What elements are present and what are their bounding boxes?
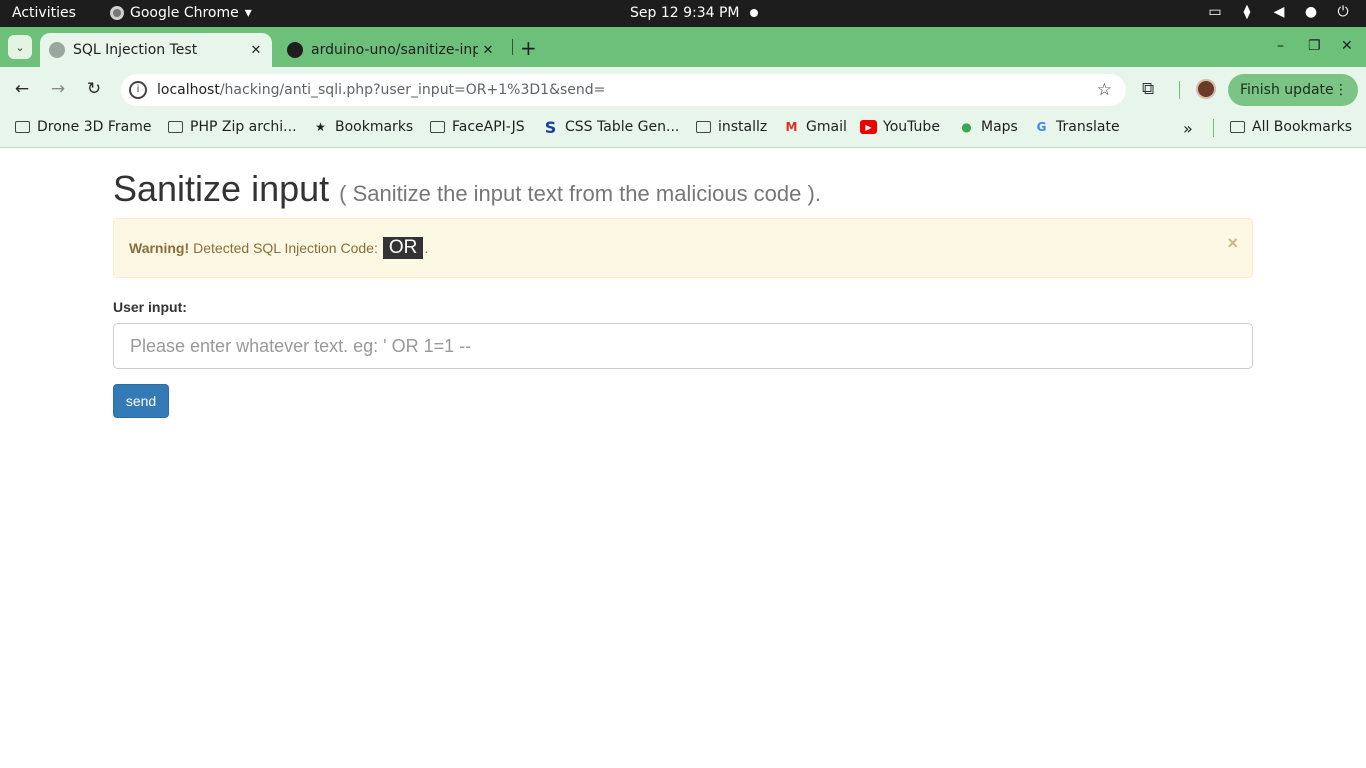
bookmark-drone-3d-frame[interactable]: Drone 3D Frame — [14, 119, 152, 135]
microphone-icon[interactable]: ● — [1302, 4, 1320, 20]
all-bookmarks-button[interactable]: All Bookmarks — [1229, 119, 1352, 135]
tab-arduino-uno[interactable]: arduino-uno/sanitize-inp ✕ — [278, 33, 504, 67]
bookmark-bookmarks[interactable]: ★ Bookmarks — [312, 119, 413, 135]
page-subtitle: ( Sanitize the input text from the malic… — [339, 181, 821, 206]
tab-strip: ⌄ SQL Injection Test ✕ arduino-uno/sanit… — [0, 27, 1366, 67]
finish-update-button[interactable]: Finish update ⋮ — [1228, 74, 1358, 106]
app-menu-label: Google Chrome — [130, 5, 239, 21]
browser-toolbar: ← → ↻ i localhost/hacking/anti_sqli.php?… — [0, 67, 1366, 113]
finish-update-label: Finish update — [1240, 82, 1334, 98]
screen-icon[interactable]: ▭ — [1206, 4, 1224, 20]
bookmark-label: FaceAPI-JS — [452, 119, 525, 135]
bookmark-star-icon[interactable]: ☆ — [1097, 80, 1112, 100]
back-button[interactable]: ← — [11, 79, 33, 99]
folder-icon — [1230, 121, 1245, 133]
bookmark-label: Maps — [981, 119, 1018, 135]
detected-code: OR — [382, 237, 424, 259]
bookmark-label: Gmail — [806, 119, 847, 135]
forward-button[interactable]: → — [47, 79, 69, 99]
url-host: localhost — [157, 82, 220, 98]
close-icon[interactable]: ✕ — [246, 43, 266, 58]
network-icon[interactable]: ⧫ — [1238, 4, 1256, 20]
tab-sql-injection-test[interactable]: SQL Injection Test ✕ — [40, 33, 272, 67]
bookmarks-bar: Drone 3D Frame PHP Zip archi... ★ Bookma… — [0, 113, 1366, 148]
translate-icon: G — [1036, 120, 1047, 134]
tab-title: arduino-uno/sanitize-inp — [311, 42, 478, 58]
maps-icon: ● — [961, 120, 972, 134]
app-menu[interactable]: Google Chrome ▾ — [110, 5, 252, 21]
power-icon[interactable]: ⏻ — [1334, 4, 1352, 20]
folder-icon — [696, 121, 711, 133]
bookmark-label: CSS Table Gen... — [565, 119, 680, 135]
tab-search-button[interactable]: ⌄ — [8, 35, 32, 59]
bookmarks-divider — [1213, 119, 1214, 137]
system-tray[interactable]: ▭ ⧫ ◀ ● ⏻ — [1206, 4, 1352, 20]
bookmark-label: installz — [718, 119, 768, 135]
bookmark-label: Drone 3D Frame — [37, 119, 152, 135]
send-button[interactable]: send — [113, 384, 169, 418]
url-path: /hacking/anti_sqli.php?user_input=OR+1%3… — [219, 82, 606, 98]
bookmark-label: Translate — [1056, 119, 1120, 135]
chevron-down-icon: ▾ — [244, 5, 252, 21]
site-info-icon[interactable]: i — [129, 81, 147, 99]
chevron-down-icon: ⌄ — [15, 40, 25, 54]
tab-divider — [512, 39, 513, 55]
bookmarks-overflow-button[interactable]: » — [1183, 119, 1193, 138]
bookmark-maps[interactable]: ● Maps — [958, 119, 1018, 135]
close-icon[interactable]: ✕ — [478, 43, 498, 58]
folder-icon — [168, 121, 183, 133]
bookmark-label: PHP Zip archi... — [190, 119, 297, 135]
bookmark-label: Bookmarks — [335, 119, 414, 135]
bookmark-css-table-gen[interactable]: S CSS Table Gen... — [542, 117, 680, 137]
extensions-icon[interactable]: ⧉ — [1142, 79, 1154, 99]
bookmark-translate[interactable]: G Translate — [1033, 119, 1120, 135]
alert-message: Detected SQL Injection Code: — [193, 240, 378, 256]
bookmark-gmail[interactable]: M Gmail — [783, 119, 847, 135]
folder-icon — [15, 121, 30, 133]
s-icon: S — [544, 117, 557, 137]
alert-strong: Warning! — [129, 240, 190, 256]
bookmark-youtube[interactable]: ▶ YouTube — [860, 119, 940, 135]
activities-button[interactable]: Activities — [12, 5, 76, 21]
globe-icon — [49, 42, 65, 58]
tab-title: SQL Injection Test — [73, 42, 198, 58]
gmail-icon: M — [785, 120, 798, 134]
menu-icon[interactable]: ⋮ — [1334, 82, 1348, 98]
bookmark-installz[interactable]: installz — [695, 119, 767, 135]
star-icon: ★ — [315, 120, 326, 134]
alert-period: . — [424, 240, 429, 256]
window-close-button[interactable]: ✕ — [1341, 38, 1353, 54]
restore-button[interactable]: ❐ — [1308, 38, 1321, 54]
warning-alert: Warning! Detected SQL Injection Code: OR… — [113, 218, 1253, 278]
user-input-field[interactable] — [113, 323, 1253, 369]
reload-button[interactable]: ↻ — [83, 79, 105, 99]
folder-icon — [430, 121, 445, 133]
address-bar[interactable]: i localhost/hacking/anti_sqli.php?user_i… — [121, 74, 1126, 106]
minimize-button[interactable]: – — [1277, 38, 1284, 54]
all-bookmarks-label: All Bookmarks — [1252, 119, 1353, 135]
new-tab-button[interactable]: + — [520, 36, 537, 60]
profile-avatar[interactable] — [1196, 79, 1216, 99]
youtube-icon: ▶ — [860, 120, 877, 134]
volume-icon[interactable]: ◀ — [1270, 4, 1288, 20]
chrome-icon — [110, 6, 124, 20]
system-top-bar: Activities Google Chrome ▾ Sep 12 9:34 P… — [0, 0, 1366, 27]
bookmark-php-zip[interactable]: PHP Zip archi... — [167, 119, 297, 135]
clock[interactable]: Sep 12 9:34 PM — [630, 5, 740, 21]
page-title-text: Sanitize input — [113, 168, 330, 209]
github-icon — [287, 42, 303, 58]
bookmark-label: YouTube — [883, 119, 940, 135]
bookmark-faceapi-js[interactable]: FaceAPI-JS — [429, 119, 525, 135]
alert-close-button[interactable]: × — [1227, 233, 1238, 254]
toolbar-divider — [1179, 81, 1180, 99]
notification-dot-icon — [750, 9, 758, 17]
page-title: Sanitize input ( Sanitize the input text… — [113, 168, 821, 210]
user-input-label: User input: — [113, 299, 187, 315]
